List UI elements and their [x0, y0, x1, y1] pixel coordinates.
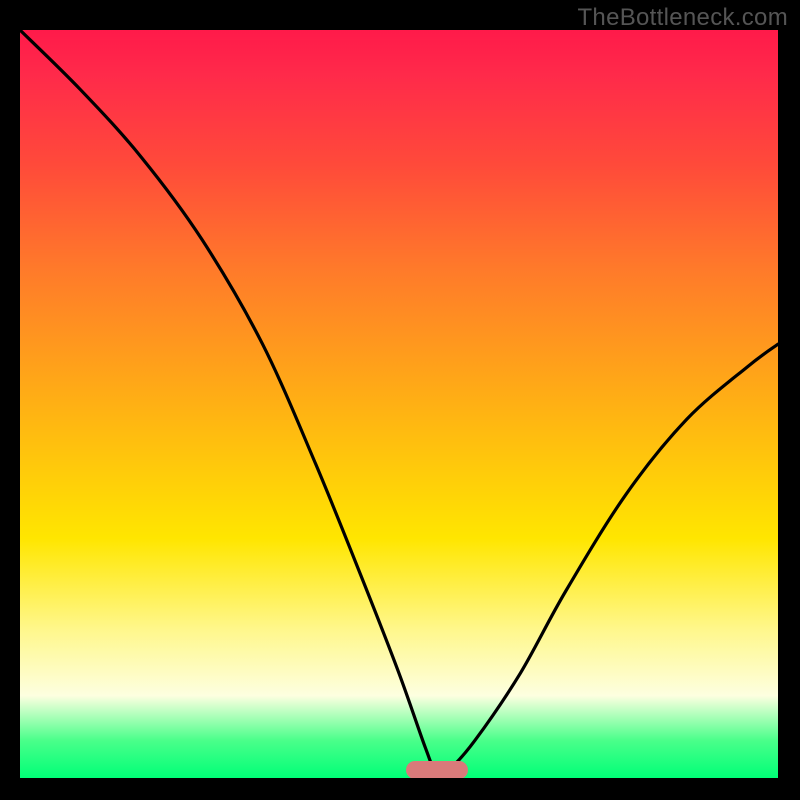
plot-area: [20, 30, 778, 778]
chart-frame: TheBottleneck.com: [0, 0, 800, 800]
watermark-text: TheBottleneck.com: [577, 4, 788, 32]
bottleneck-curve: [20, 30, 778, 778]
optimum-marker: [406, 761, 468, 778]
